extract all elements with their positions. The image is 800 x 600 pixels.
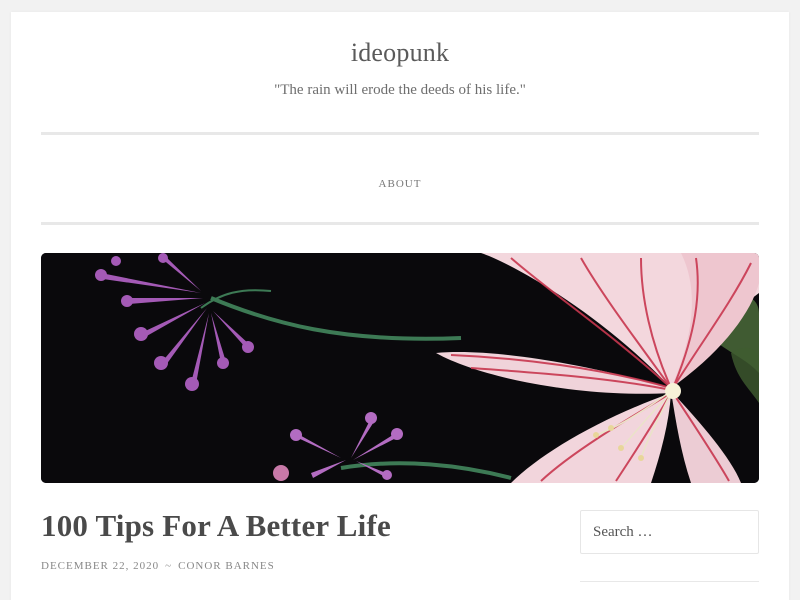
site-title[interactable]: ideopunk	[0, 38, 800, 68]
post-meta: December 22, 2020 ~ Conor Barnes	[41, 560, 275, 572]
post-author[interactable]: Conor Barnes	[178, 560, 275, 572]
post-date[interactable]: December 22, 2020	[41, 560, 159, 572]
site-description: "The rain will erode the deeds of his li…	[274, 82, 526, 98]
meta-separator: ~	[165, 560, 173, 572]
post-title[interactable]: 100 Tips For A Better Life	[41, 508, 391, 544]
main-navigation: About	[0, 172, 800, 191]
sidebar-divider	[580, 581, 759, 582]
search-input[interactable]	[580, 510, 759, 554]
header-divider-top	[41, 132, 759, 135]
header-image	[41, 253, 759, 483]
header-divider-bottom	[41, 222, 759, 225]
menu-item-about[interactable]: About	[379, 178, 422, 190]
